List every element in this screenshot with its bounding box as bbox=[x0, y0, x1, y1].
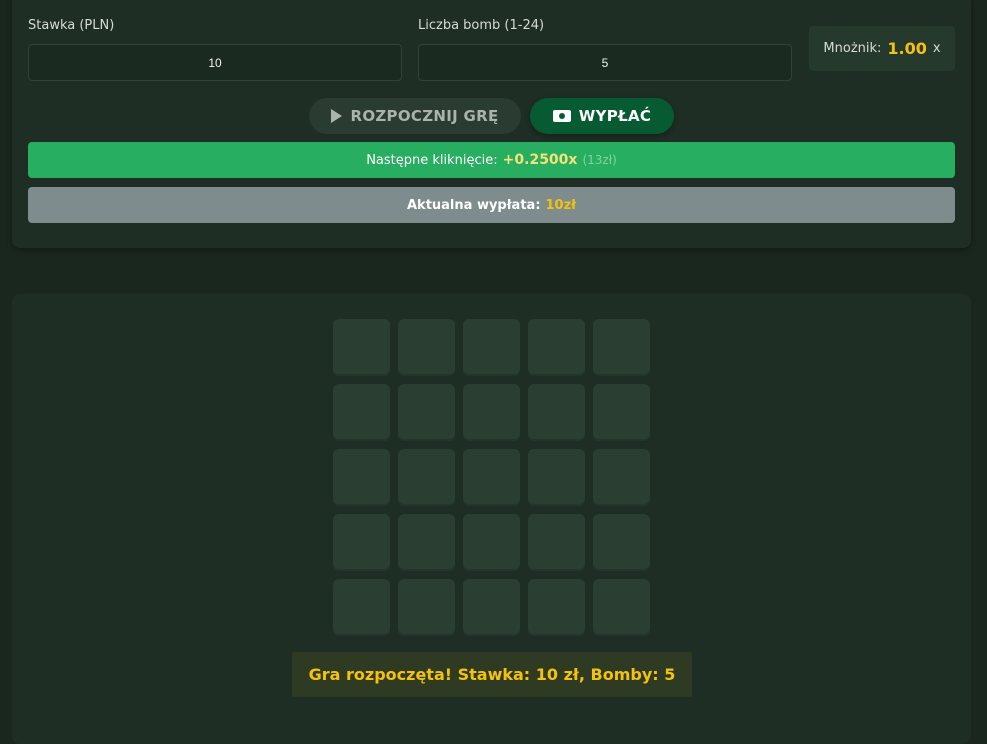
grid-tile[interactable] bbox=[333, 384, 390, 441]
grid-tile[interactable] bbox=[463, 449, 520, 506]
start-game-button[interactable]: ROZPOCZNIJ GRĘ bbox=[309, 98, 521, 134]
grid-tile[interactable] bbox=[593, 514, 650, 571]
bombs-input[interactable]: 5 bbox=[418, 44, 792, 81]
next-click-bar: Następne kliknięcie: +0.2500x (13zł) bbox=[28, 142, 955, 178]
grid-tile[interactable] bbox=[593, 319, 650, 376]
cashout-label: WYPŁAĆ bbox=[578, 107, 652, 125]
grid-tile[interactable] bbox=[333, 579, 390, 636]
grid-tile[interactable] bbox=[528, 579, 585, 636]
grid-tile[interactable] bbox=[593, 384, 650, 441]
grid-tile[interactable] bbox=[398, 449, 455, 506]
grid-tile[interactable] bbox=[463, 384, 520, 441]
grid-tile[interactable] bbox=[528, 319, 585, 376]
grid-tile[interactable] bbox=[333, 449, 390, 506]
grid-tile[interactable] bbox=[333, 514, 390, 571]
current-payout-value: 10zł bbox=[545, 197, 576, 213]
grid-tile[interactable] bbox=[398, 384, 455, 441]
cashout-button[interactable]: WYPŁAĆ bbox=[530, 98, 674, 134]
current-payout-label: Aktualna wypłata: bbox=[406, 197, 541, 213]
current-payout-bar: Aktualna wypłata: 10zł bbox=[28, 187, 955, 223]
status-message: Gra rozpoczęta! Stawka: 10 zł, Bomby: 5 bbox=[292, 652, 692, 697]
grid-tile[interactable] bbox=[528, 449, 585, 506]
grid-tile[interactable] bbox=[398, 319, 455, 376]
grid-tile[interactable] bbox=[463, 514, 520, 571]
grid-tile[interactable] bbox=[463, 319, 520, 376]
grid-tile[interactable] bbox=[593, 449, 650, 506]
next-click-amount: (13zł) bbox=[582, 153, 617, 167]
grid-tile[interactable] bbox=[528, 514, 585, 571]
stake-label: Stawka (PLN) bbox=[28, 18, 115, 33]
multiplier-display: Mnożnik: 1.00 x bbox=[809, 26, 955, 71]
multiplier-suffix: x bbox=[932, 41, 941, 56]
next-click-value: +0.2500x bbox=[502, 152, 578, 168]
start-game-label: ROZPOCZNIJ GRĘ bbox=[350, 107, 499, 125]
grid-tile[interactable] bbox=[333, 319, 390, 376]
grid-tile[interactable] bbox=[463, 579, 520, 636]
grid-tile[interactable] bbox=[528, 384, 585, 441]
grid-tile[interactable] bbox=[398, 514, 455, 571]
multiplier-value: 1.00 bbox=[887, 39, 927, 58]
bombs-label: Liczba bomb (1-24) bbox=[418, 18, 545, 33]
grid-tile[interactable] bbox=[398, 579, 455, 636]
grid-tile[interactable] bbox=[593, 579, 650, 636]
money-icon bbox=[552, 110, 571, 122]
play-icon bbox=[331, 109, 343, 123]
stake-input[interactable]: 10 bbox=[28, 44, 402, 81]
multiplier-label: Mnożnik: bbox=[823, 41, 882, 56]
next-click-label: Następne kliknięcie: bbox=[366, 152, 498, 168]
